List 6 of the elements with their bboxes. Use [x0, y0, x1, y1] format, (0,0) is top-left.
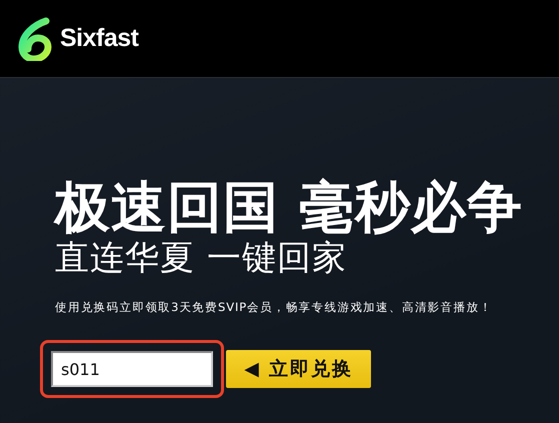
description: 使用兑换码立即领取3天免费SVIP会员，畅享专线游戏加速、高清影音播放！: [55, 300, 494, 315]
subheadline: 直连华夏 一键回家: [55, 238, 348, 278]
brand-name: Sixfast: [60, 24, 138, 53]
headline: 极速回国 毫秒必争: [55, 176, 524, 238]
redeem-button[interactable]: ◀ 立即兑换: [226, 350, 371, 388]
code-input-field[interactable]: s011: [51, 351, 213, 387]
